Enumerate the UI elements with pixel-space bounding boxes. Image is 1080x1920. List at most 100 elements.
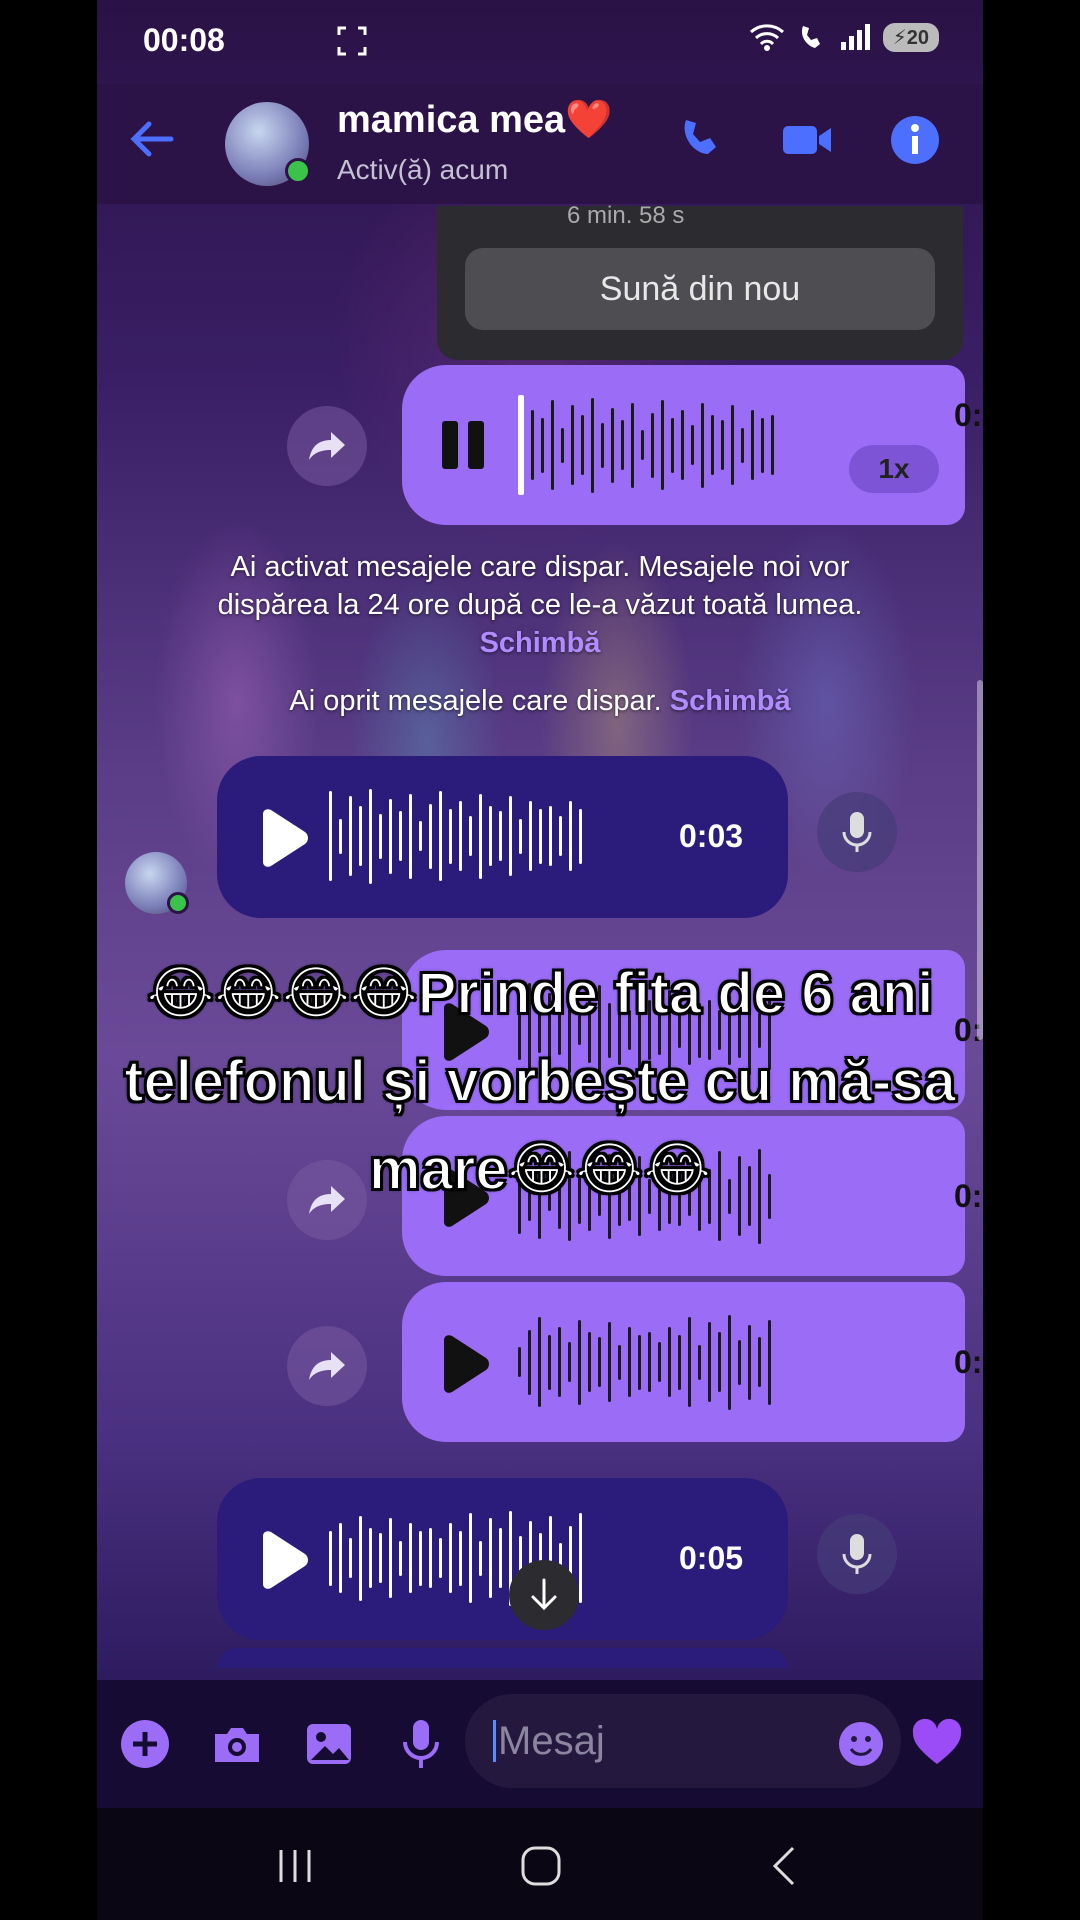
waveform-bar [479, 793, 482, 879]
voice-duration: 0:03 [954, 1344, 983, 1380]
waveform-bar [671, 417, 674, 473]
video-icon[interactable] [779, 112, 835, 168]
waveform-bar [718, 1332, 721, 1392]
waveform-bar [479, 1540, 482, 1576]
waveform-bar [459, 801, 462, 871]
waveform-bar [701, 402, 704, 488]
chat-header: mamica mea❤️ Activ(ă) acum [97, 84, 983, 204]
transcribe-button[interactable] [817, 1514, 897, 1594]
waveform-bar [681, 410, 684, 480]
waveform-bar [601, 422, 604, 468]
waveform[interactable] [329, 786, 582, 886]
recent-apps-icon[interactable] [265, 1836, 325, 1896]
mic-icon [842, 1534, 872, 1574]
waveform-bar [429, 803, 432, 869]
forward-button[interactable] [287, 406, 367, 486]
waveform-bar [698, 1344, 701, 1380]
image-icon[interactable] [301, 1716, 357, 1772]
emoji-icon[interactable] [833, 1716, 889, 1772]
waveform-bar [551, 400, 554, 490]
signal-icon [840, 24, 870, 50]
pause-icon[interactable] [438, 417, 490, 473]
voice-duration: 0:03 [679, 818, 744, 854]
waveform-bar [751, 410, 754, 480]
call-again-button[interactable]: Sună din nou [465, 248, 935, 330]
back-arrow-icon[interactable] [127, 114, 177, 164]
phone-icon[interactable] [672, 112, 728, 168]
waveform-bar [359, 806, 362, 866]
waveform[interactable] [518, 395, 774, 495]
heart-icon[interactable] [909, 1716, 965, 1772]
change-link[interactable]: Schimbă [670, 685, 791, 717]
waveform-bar [528, 1329, 531, 1395]
waveform-bar [439, 1538, 442, 1578]
waveform-bar [658, 1342, 661, 1382]
waveform-bar [429, 1528, 432, 1588]
waveform-bar [379, 813, 382, 859]
play-icon[interactable] [438, 1334, 490, 1394]
contact-avatar[interactable] [225, 102, 311, 186]
mic-icon [842, 812, 872, 852]
scrollbar[interactable] [977, 680, 983, 1040]
waveform-bar [518, 1347, 521, 1377]
waveform-bar [389, 798, 392, 874]
waveform-bar [578, 1319, 581, 1405]
online-indicator [167, 892, 189, 914]
waveform-bar [688, 1317, 691, 1407]
waveform-bar [399, 811, 402, 861]
voice-message-outgoing[interactable]: 0:03 [402, 1282, 983, 1442]
back-icon[interactable] [755, 1836, 815, 1896]
waveform-bar [339, 1523, 342, 1593]
waveform-bar [449, 1523, 452, 1593]
plus-icon[interactable] [117, 1716, 173, 1772]
waveform-bar [399, 1540, 402, 1576]
system-message: Ai oprit mesajele care dispar. Schimbă [197, 682, 883, 720]
camera-icon[interactable] [209, 1716, 265, 1772]
voice-message-incoming[interactable]: 0:03 [217, 756, 788, 918]
system-message-text: Ai oprit mesajele care dispar. [289, 685, 670, 717]
call-duration: 6 min. 58 s [567, 202, 685, 229]
next-message-edge [217, 1648, 788, 1668]
voice-message-outgoing[interactable]: 0:09 1x [402, 365, 983, 525]
waveform-bar [738, 1339, 741, 1385]
waveform-bar [469, 816, 472, 856]
waveform-bar [591, 397, 594, 493]
waveform-bar [538, 1317, 541, 1407]
waveform-bar [661, 400, 664, 490]
waveform-bar [349, 796, 352, 876]
waveform-bar [489, 1518, 492, 1598]
voice-message-incoming[interactable]: 0:05 [217, 1478, 788, 1640]
waveform-bar [499, 1528, 502, 1588]
home-icon[interactable] [511, 1836, 571, 1896]
waveform-bar [339, 818, 342, 854]
waveform-bar [549, 806, 552, 866]
playback-speed-button[interactable]: 1x [849, 445, 939, 493]
system-icons: ⚡20 [747, 22, 939, 52]
contact-name[interactable]: mamica mea❤️ [337, 98, 612, 142]
waveform-bar [569, 801, 572, 871]
waveform-bar [731, 405, 734, 485]
waveform-bar [369, 788, 372, 884]
waveform-bar [359, 1515, 362, 1601]
play-icon[interactable] [257, 808, 309, 868]
waveform-bar [579, 808, 582, 864]
info-icon[interactable] [887, 112, 943, 168]
waveform-bar [758, 1337, 761, 1387]
waveform-bar [598, 1337, 601, 1387]
transcribe-button[interactable] [817, 792, 897, 872]
waveform-bar [678, 1334, 681, 1390]
waveform-bar [469, 1513, 472, 1603]
change-link[interactable]: Schimbă [480, 627, 601, 659]
waveform-bar [741, 427, 744, 463]
scroll-to-bottom-button[interactable] [509, 1560, 579, 1630]
waveform-bar [329, 1530, 332, 1586]
sender-avatar [125, 852, 189, 914]
waveform-bar [559, 816, 562, 856]
mic-icon[interactable] [393, 1716, 449, 1772]
waveform-bar [711, 415, 714, 475]
play-icon[interactable] [257, 1530, 309, 1590]
waveform-bar [561, 427, 564, 463]
waveform-bar [651, 412, 654, 478]
waveform[interactable] [518, 1312, 771, 1412]
forward-button[interactable] [287, 1326, 367, 1406]
